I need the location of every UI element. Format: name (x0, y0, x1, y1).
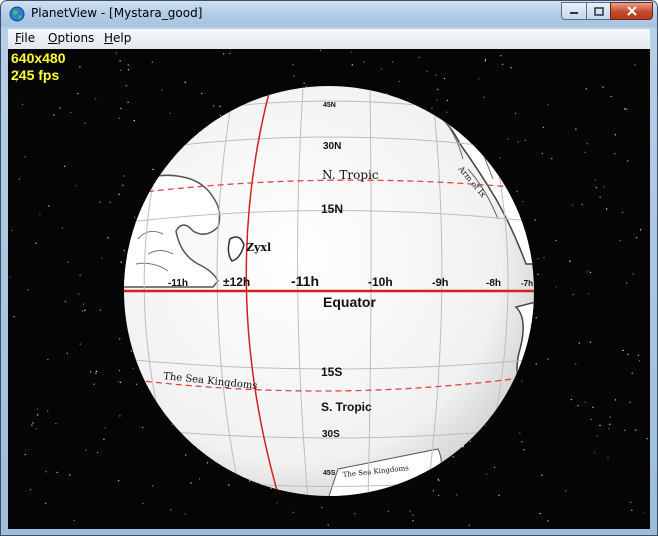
lon-label-4: -10h (368, 275, 393, 289)
lon-label-2: ±12h (223, 275, 250, 289)
menu-file[interactable]: File (15, 31, 35, 45)
planet-viewport[interactable]: 45N 30N 15N 15S 30S 45S -11h ±12h -11h -… (8, 49, 650, 529)
resolution-readout: 640x480 (11, 50, 66, 66)
lon-label-1: -11h (168, 278, 188, 289)
lat-label-45n: 45N (323, 102, 336, 109)
lon-label-7: -7h (521, 279, 533, 288)
lon-label-5: -9h (432, 277, 449, 289)
lat-label-30n: 30N (323, 141, 341, 152)
north-tropic-label: N. Tropic (322, 168, 379, 182)
menu-help-label: elp (113, 31, 132, 45)
menu-options-label: ptions (57, 31, 95, 45)
place-label-zyxl: Zyxl (246, 241, 271, 254)
maximize-button[interactable] (586, 2, 611, 20)
window-title: PlanetView - [Mystara_good] (31, 6, 203, 20)
south-tropic-label: S. Tropic (321, 400, 372, 414)
globe-app-icon (9, 6, 25, 22)
close-icon (626, 6, 637, 16)
lon-label-3: -11h (291, 273, 319, 289)
landmass-east (514, 298, 534, 390)
lat-label-15n: 15N (321, 202, 343, 216)
menu-help[interactable]: Help (104, 31, 131, 45)
menu-help-mnemonic: H (104, 31, 114, 45)
menu-file-label: ile (21, 31, 36, 45)
lon-label-6: -8h (486, 278, 501, 289)
menu-options[interactable]: Options (48, 31, 94, 45)
equator-label: Equator (323, 294, 376, 310)
lat-label-45s: 45S (323, 470, 336, 477)
minimize-button[interactable] (561, 2, 587, 20)
title-bar[interactable]: PlanetView - [Mystara_good] (1, 1, 657, 27)
lat-label-15s: 15S (321, 365, 342, 379)
planet-globe[interactable]: 45N 30N 15N 15S 30S 45S -11h ±12h -11h -… (8, 49, 650, 529)
landmass-west (124, 174, 221, 288)
minimize-icon (570, 12, 578, 14)
application-window: PlanetView - [Mystara_good] File Options… (0, 0, 658, 536)
maximize-icon (593, 6, 604, 16)
close-button[interactable] (610, 2, 653, 20)
lat-label-30s: 30S (322, 429, 340, 440)
menu-bar: File Options Help (8, 29, 650, 49)
fps-readout: 245 fps (11, 67, 60, 83)
